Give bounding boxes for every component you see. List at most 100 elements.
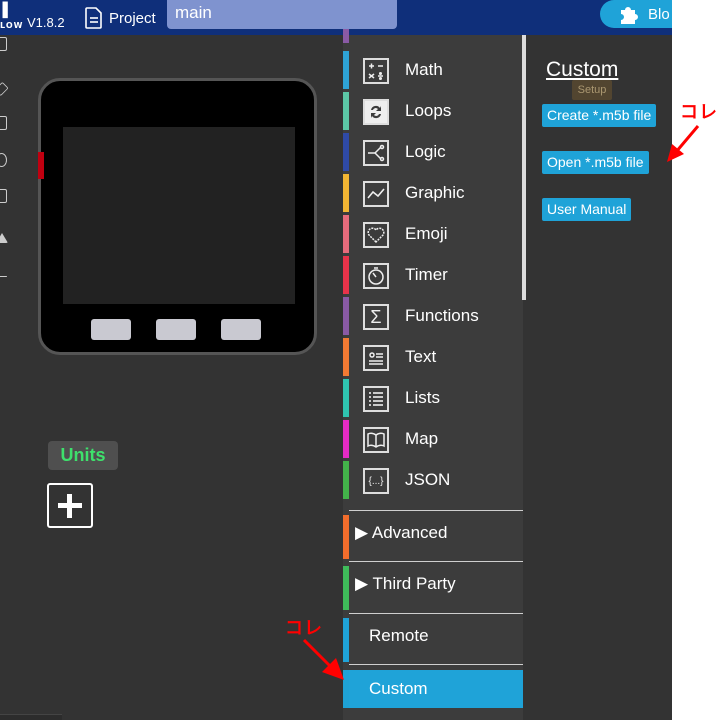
group-color-bar	[343, 566, 349, 610]
bottom-tab[interactable]	[0, 714, 62, 720]
group-label: ▶ Advanced	[355, 523, 448, 542]
version-label: V1.8.2	[27, 15, 65, 30]
tool-icon	[0, 153, 7, 167]
tool-item[interactable]: ct	[0, 116, 8, 142]
category-color-bar	[343, 297, 349, 335]
tool-item[interactable]: el	[0, 81, 9, 108]
user-manual-button[interactable]: User Manual	[542, 198, 632, 221]
tool-icon	[0, 116, 7, 130]
project-button[interactable]: Project	[85, 5, 156, 31]
category-label: Map	[405, 429, 439, 448]
category-color-bar	[343, 133, 349, 171]
units-label: Units	[48, 441, 118, 470]
category-color-bar	[343, 215, 349, 253]
category-item-text[interactable]: Text	[343, 338, 523, 379]
add-unit-button[interactable]	[47, 483, 93, 528]
category-item-graphic[interactable]: Graphic	[343, 174, 523, 215]
annotation-label-top: コレ	[680, 102, 718, 123]
blockly-mode-button[interactable]: Blo	[600, 0, 672, 28]
annotation-arrow-top	[667, 125, 700, 162]
category-color-bar	[343, 461, 349, 499]
blockly-label: Blo	[648, 5, 670, 23]
tool-icon	[0, 81, 9, 97]
category-scrollbar[interactable]	[522, 35, 526, 300]
ghost-block: Setup	[572, 80, 612, 100]
tool-item[interactable]: ge	[0, 189, 8, 215]
category-item-math[interactable]: Math	[343, 51, 523, 92]
open-m5b-button[interactable]: Open *.m5b file	[542, 151, 649, 174]
category-label: Loops	[405, 101, 452, 120]
advanced-label: Advanced	[371, 523, 448, 542]
category-color-bar	[343, 338, 349, 376]
category-item-timer[interactable]: Timer	[343, 256, 523, 297]
group-advanced[interactable]: ▶ Advanced	[343, 511, 523, 561]
logic-icon	[363, 140, 389, 166]
timer-icon	[363, 263, 389, 289]
category-label: Math	[405, 60, 443, 79]
device-button-c[interactable]	[221, 319, 261, 340]
category-color-bar	[343, 420, 349, 458]
annotation-arrow-bottom	[302, 638, 344, 680]
custom-flyout	[527, 35, 672, 720]
flyout-title: Custom	[546, 58, 619, 81]
category-color-bar	[343, 51, 349, 89]
category-color-bar	[343, 92, 349, 130]
category-color-bar	[343, 379, 349, 417]
device-button-b[interactable]	[156, 319, 196, 340]
tool-icon	[0, 189, 7, 203]
divider	[349, 664, 523, 665]
remote-label: Remote	[369, 626, 429, 645]
book-icon	[363, 427, 389, 453]
create-m5b-button[interactable]: Create *.m5b file	[542, 104, 657, 127]
triangle-icon	[0, 233, 8, 243]
json-icon: {...}	[363, 468, 389, 494]
project-label: Project	[109, 9, 156, 27]
tool-item[interactable]: gle	[0, 233, 8, 259]
list-icon	[363, 386, 389, 412]
tool-item[interactable]: le	[0, 153, 8, 179]
category-item-json[interactable]: {...} JSON	[343, 461, 523, 502]
category-label: Graphic	[405, 183, 465, 202]
line-icon	[0, 276, 7, 277]
top-bar: i LOW V1.8.2 Project main Blo	[0, 0, 672, 35]
device-preview	[38, 78, 317, 355]
category-label: Lists	[405, 388, 440, 407]
group-color-bar	[343, 515, 349, 559]
device-screen[interactable]	[63, 127, 295, 304]
category-color-bar	[343, 256, 349, 294]
heart-icon	[363, 222, 389, 248]
group-third-party[interactable]: ▶ Third Party	[343, 562, 523, 612]
category-item-logic[interactable]: Logic	[343, 133, 523, 174]
category-label: Logic	[405, 142, 446, 161]
tool-strip: e el ct le ge gle e	[0, 35, 10, 335]
tool-icon	[0, 37, 7, 51]
document-icon	[85, 7, 102, 29]
third-party-label: Third Party	[372, 574, 456, 593]
device-side-marker	[38, 152, 44, 179]
category-label: Timer	[405, 265, 448, 284]
category-item-functions[interactable]: Σ Functions	[343, 297, 523, 338]
sigma-icon: Σ	[363, 304, 389, 330]
loops-icon	[363, 99, 389, 125]
device-button-a[interactable]	[91, 319, 131, 340]
category-item-map[interactable]: Map	[343, 420, 523, 461]
file-name-tab[interactable]: main	[167, 0, 397, 29]
app-window: i LOW V1.8.2 Project main Blo e el ct le…	[0, 0, 672, 720]
category-label: JSON	[405, 470, 451, 489]
category-item-loops[interactable]: Loops	[343, 92, 523, 133]
category-item-lists[interactable]: Lists	[343, 379, 523, 420]
group-label: ▶ Third Party	[355, 574, 456, 593]
category-color-bar	[343, 174, 349, 212]
category-item-emoji[interactable]: Emoji	[343, 215, 523, 256]
text-card-icon	[363, 345, 389, 371]
graphic-icon	[363, 181, 389, 207]
tool-item[interactable]: e	[0, 270, 8, 296]
custom-label: Custom	[369, 679, 428, 698]
category-color-bar	[343, 29, 349, 43]
group-custom-selected[interactable]: Custom	[343, 670, 523, 708]
tool-item[interactable]: e	[0, 37, 8, 63]
math-icon	[363, 58, 389, 84]
group-remote[interactable]: Remote	[343, 614, 523, 664]
category-label: Functions	[405, 306, 479, 325]
logo: i LOW	[0, 0, 22, 34]
